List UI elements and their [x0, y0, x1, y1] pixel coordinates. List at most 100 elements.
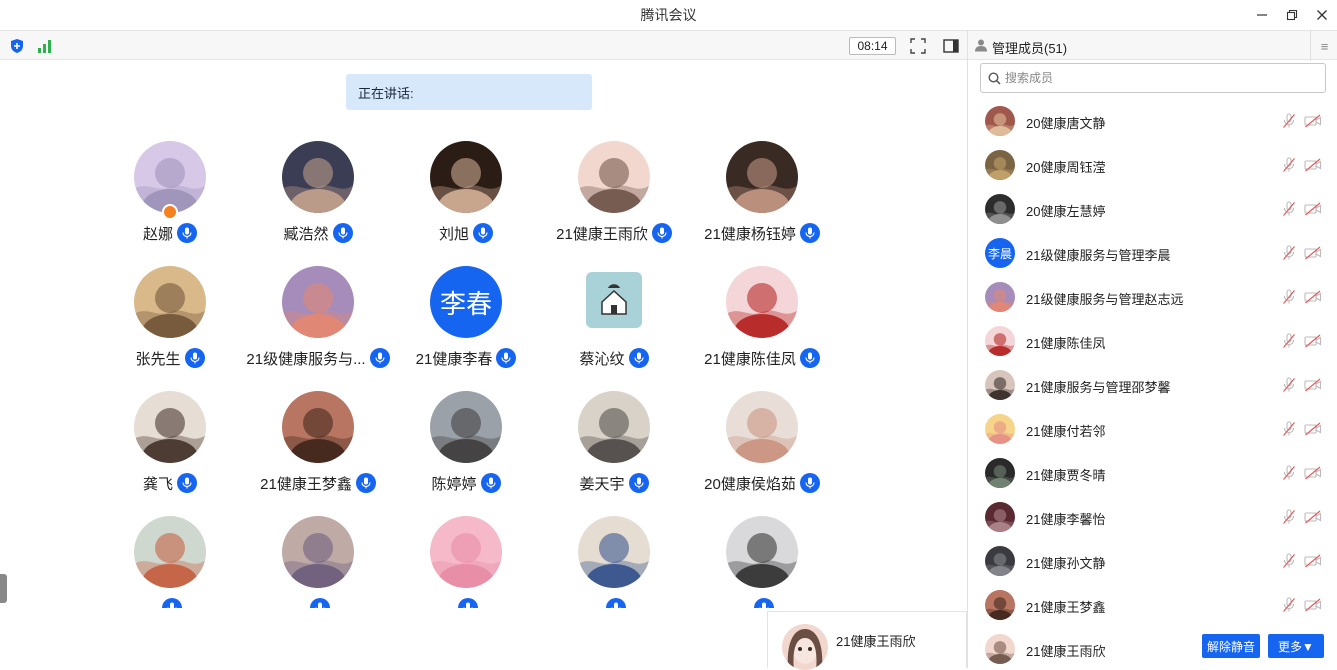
member-row[interactable]: 李晨 21级健康服务与管理李晨	[968, 231, 1337, 275]
mic-muted-icon[interactable]	[1282, 377, 1296, 393]
participant-tile[interactable]: 21健康王雨欣	[540, 141, 688, 259]
participant-name-text: 21健康李春	[415, 350, 493, 368]
camera-off-icon[interactable]	[1304, 378, 1322, 392]
mic-status-icon	[184, 348, 205, 368]
camera-off-icon[interactable]	[1304, 598, 1322, 612]
participant-name-text: 21健康陈佳凤	[704, 350, 796, 368]
speaking-indicator: 正在讲话:	[346, 74, 592, 110]
unmute-button[interactable]: 解除静音	[1202, 634, 1260, 658]
participant-tile[interactable]: 蔡沁纹	[540, 266, 688, 384]
meeting-toolbar: 08:14	[0, 30, 967, 60]
participant-grid: 正在讲话: 赵娜 臧浩然 刘旭 21健康王雨欣 21健康杨钰婷张先生 21级健康服务与..…	[0, 60, 967, 608]
participant-name	[678, 597, 846, 608]
participant-tile[interactable]	[96, 516, 244, 608]
participant-avatar	[134, 141, 206, 213]
participant-avatar	[430, 391, 502, 463]
mic-status-icon	[799, 348, 820, 368]
side-drag-handle[interactable]	[0, 574, 7, 603]
camera-off-icon[interactable]	[1304, 290, 1322, 304]
minimize-icon[interactable]	[1247, 0, 1277, 30]
member-panel: 管理成员(51) ≡ 20健康唐文静 20健康周钰滢 20健康左慧婷李晨 21级健康服…	[967, 30, 1337, 668]
mic-muted-icon[interactable]	[1282, 157, 1296, 173]
fullscreen-icon[interactable]	[910, 38, 926, 54]
camera-off-icon[interactable]	[1304, 466, 1322, 480]
participant-name-text: 21健康王梦鑫	[260, 475, 352, 493]
participant-tile[interactable]: 21健康杨钰婷	[688, 141, 836, 259]
mic-muted-icon[interactable]	[1282, 201, 1296, 217]
member-row[interactable]: 21健康王雨欣 解除静音 更多▼	[968, 627, 1337, 668]
participant-avatar	[578, 391, 650, 463]
participant-tile[interactable]: 臧浩然	[244, 141, 392, 259]
participant-name-text: 赵娜	[142, 225, 173, 243]
participant-name-text: 20健康侯焰茹	[704, 475, 796, 493]
participant-name-text: 龚飞	[142, 475, 173, 493]
member-row[interactable]: 21级健康服务与管理赵志远	[968, 275, 1337, 319]
self-preview[interactable]: 21健康王雨欣	[767, 611, 967, 670]
participant-tile[interactable]: 21级健康服务与...	[244, 266, 392, 384]
camera-off-icon[interactable]	[1304, 114, 1322, 128]
member-row[interactable]: 21健康孙文静	[968, 539, 1337, 583]
camera-off-icon[interactable]	[1304, 202, 1322, 216]
member-row[interactable]: 21健康付若邻	[968, 407, 1337, 451]
member-row[interactable]: 21健康陈佳凤	[968, 319, 1337, 363]
participant-name-text: 21健康王雨欣	[556, 225, 648, 243]
participant-tile[interactable]: 龚飞	[96, 391, 244, 509]
more-button[interactable]: 更多▼	[1268, 634, 1324, 658]
close-icon[interactable]	[1307, 0, 1337, 30]
mic-muted-icon[interactable]	[1282, 509, 1296, 525]
participant-tile[interactable]	[392, 516, 540, 608]
member-search[interactable]	[980, 63, 1326, 93]
member-row[interactable]: 21健康李馨怡	[968, 495, 1337, 539]
mic-muted-icon[interactable]	[1282, 553, 1296, 569]
participant-tile[interactable]: 赵娜	[96, 141, 244, 259]
mic-muted-icon[interactable]	[1282, 465, 1296, 481]
camera-off-icon[interactable]	[1304, 246, 1322, 260]
participant-tile[interactable]	[688, 516, 836, 608]
camera-off-icon[interactable]	[1304, 510, 1322, 524]
camera-off-icon[interactable]	[1304, 334, 1322, 348]
participant-tile[interactable]: 张先生	[96, 266, 244, 384]
mic-muted-icon[interactable]	[1282, 113, 1296, 129]
participant-name-text: 21健康杨钰婷	[704, 225, 796, 243]
camera-off-icon[interactable]	[1304, 422, 1322, 436]
member-avatar	[985, 194, 1015, 224]
mic-muted-icon[interactable]	[1282, 421, 1296, 437]
camera-off-icon[interactable]	[1304, 158, 1322, 172]
camera-off-icon[interactable]	[1304, 554, 1322, 568]
search-input[interactable]	[1005, 68, 1315, 88]
member-avatar	[985, 502, 1015, 532]
participant-tile[interactable]: 姜天宇	[540, 391, 688, 509]
participant-tile[interactable]: 李春 21健康李春	[392, 266, 540, 384]
window-title: 腾讯会议	[640, 7, 697, 23]
participant-tile[interactable]: 20健康侯焰茹	[688, 391, 836, 509]
participant-avatar	[578, 516, 650, 588]
signal-icon[interactable]	[36, 38, 54, 54]
member-row[interactable]: 21健康王梦鑫	[968, 583, 1337, 627]
member-row[interactable]: 20健康唐文静	[968, 99, 1337, 143]
participant-name: 21健康王梦鑫	[234, 472, 402, 494]
restore-icon[interactable]	[1277, 0, 1307, 30]
shield-icon[interactable]	[9, 38, 25, 54]
member-row[interactable]: 21健康贾冬晴	[968, 451, 1337, 495]
member-row[interactable]: 20健康周钰滢	[968, 143, 1337, 187]
participant-tile[interactable]: 21健康陈佳凤	[688, 266, 836, 384]
participant-avatar	[134, 266, 206, 338]
person-icon	[975, 39, 987, 52]
participant-tile[interactable]: 21健康王梦鑫	[244, 391, 392, 509]
participant-tile[interactable]	[244, 516, 392, 608]
participant-tile[interactable]: 陈婷婷	[392, 391, 540, 509]
layout-toggle-icon[interactable]	[943, 38, 959, 54]
member-name: 21健康贾冬晴	[1026, 468, 1106, 483]
mic-muted-icon[interactable]	[1282, 289, 1296, 305]
member-row[interactable]: 21健康服务与管理邵梦馨	[968, 363, 1337, 407]
participant-tile[interactable]	[540, 516, 688, 608]
participant-name: 刘旭	[382, 222, 550, 244]
member-row[interactable]: 20健康左慧婷	[968, 187, 1337, 231]
panel-menu-icon[interactable]: ≡	[1310, 31, 1337, 61]
participant-tile[interactable]: 刘旭	[392, 141, 540, 259]
participant-name-text: 21级健康服务与...	[246, 350, 366, 368]
participant-name-text: 蔡沁纹	[579, 350, 625, 368]
mic-muted-icon[interactable]	[1282, 597, 1296, 613]
mic-muted-icon[interactable]	[1282, 245, 1296, 261]
mic-muted-icon[interactable]	[1282, 333, 1296, 349]
